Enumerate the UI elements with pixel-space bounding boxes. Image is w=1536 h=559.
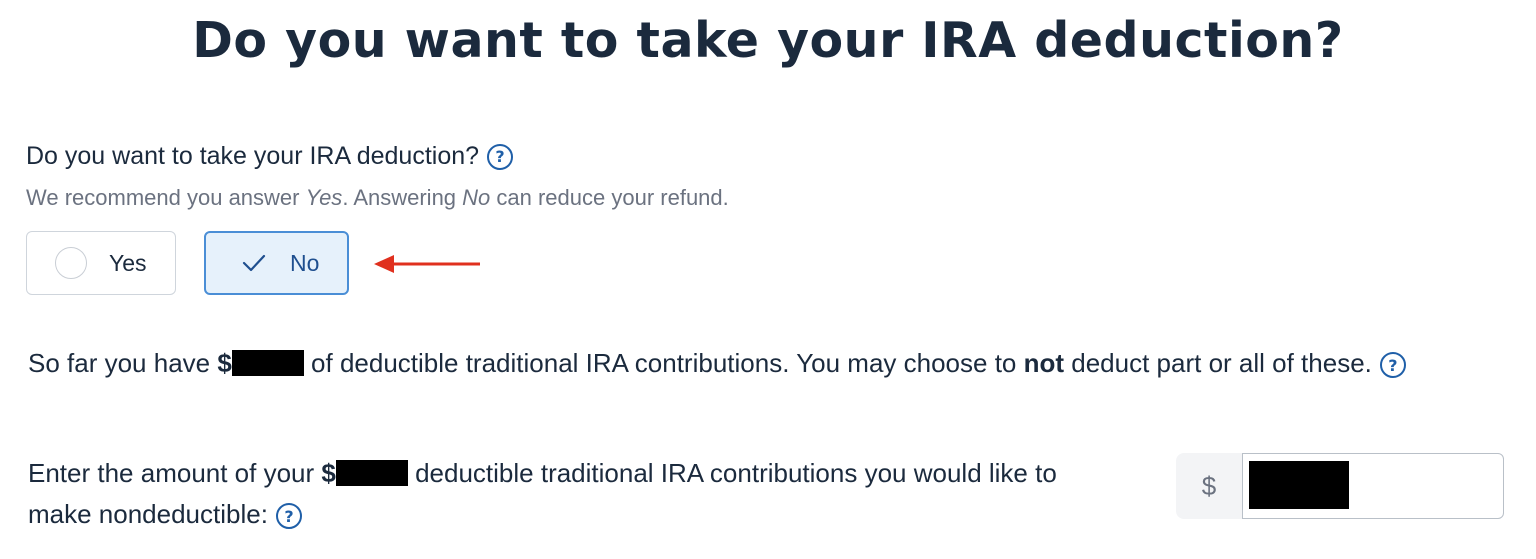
option-no-label: No	[290, 249, 320, 276]
red-arrow-icon	[374, 255, 480, 273]
recommend-suffix: can reduce your refund.	[490, 185, 729, 210]
nondeductible-help-icon[interactable]: ?	[275, 503, 302, 530]
contributions-paragraph: So far you have $ of deductible traditio…	[28, 343, 1508, 384]
redacted-input-value	[1249, 461, 1349, 509]
recommend-no: No	[462, 185, 491, 210]
amount-field-group: $	[1176, 453, 1504, 519]
radio-circle-icon	[55, 247, 87, 279]
recommendation-text: We recommend you answer Yes. Answering N…	[26, 185, 729, 211]
option-yes-button[interactable]: Yes	[26, 231, 176, 295]
nondeductible-currency: $	[321, 458, 336, 488]
option-yes-label: Yes	[109, 249, 147, 276]
checkmark-icon	[242, 253, 266, 273]
dollar-prefix: $	[1176, 453, 1242, 519]
nondeductible-text-1: Enter the amount of your	[28, 458, 322, 488]
recommend-yes: Yes	[305, 185, 343, 210]
nondeductible-amount-input[interactable]	[1242, 453, 1504, 519]
help-icon[interactable]: ?	[487, 143, 514, 170]
recommend-mid: . Answering	[342, 185, 463, 210]
contributions-text-3: deduct part or all of these.	[1064, 348, 1372, 378]
contributions-help-icon[interactable]: ?	[1379, 352, 1406, 379]
redacted-amount	[335, 460, 408, 486]
page-title: Do you want to take your IRA deduction?	[192, 12, 1344, 69]
question-row: Do you want to take your IRA deduction? …	[26, 142, 514, 171]
contributions-emphasis: not	[1023, 348, 1065, 378]
contributions-text-1: So far you have	[28, 348, 218, 378]
option-no-button[interactable]: No	[204, 231, 349, 295]
recommend-prefix: We recommend you answer	[26, 185, 306, 210]
nondeductible-paragraph: Enter the amount of your $ deductible tr…	[28, 453, 1068, 535]
contributions-text-2: of deductible traditional IRA contributi…	[303, 348, 1024, 378]
redacted-amount	[231, 350, 304, 376]
question-label: Do you want to take your IRA deduction?	[26, 142, 480, 170]
contributions-currency: $	[217, 348, 232, 378]
